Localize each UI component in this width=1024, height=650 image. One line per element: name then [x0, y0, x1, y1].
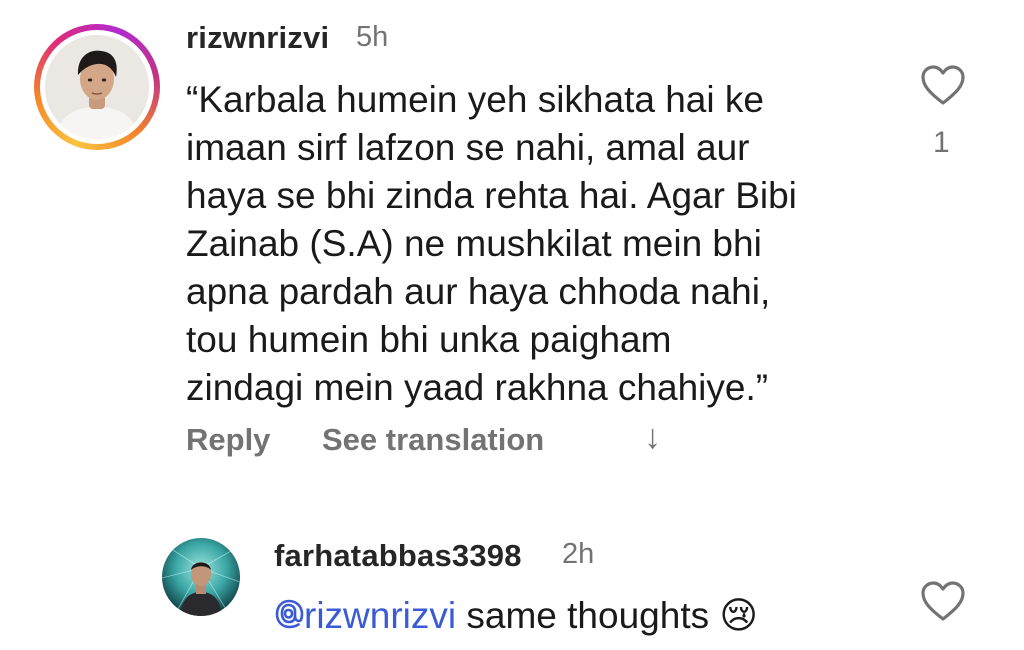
comment-text: rizwnrizvi same thoughts 😢 [274, 592, 758, 640]
avatar [45, 35, 149, 139]
comment-username[interactable]: rizwnrizvi [186, 20, 329, 56]
threads-at-icon [275, 599, 304, 629]
comment-username[interactable]: farhatabbas3398 [274, 538, 522, 574]
crying-face-emoji: 😢 [719, 595, 758, 636]
avatar-person-icon [162, 538, 240, 616]
heart-icon[interactable] [920, 64, 966, 106]
like-count: 1 [933, 126, 950, 159]
mention-username[interactable]: rizwnrizvi [304, 595, 456, 636]
avatar-story-ring[interactable] [34, 24, 160, 150]
comment-text-line: “Karbala humein yeh sikhata hai ke [186, 79, 764, 120]
comment-text-line: zindagi mein yaad rakhna chahiye.” [186, 367, 769, 408]
comment-timestamp: 2h [562, 538, 595, 570]
heart-icon[interactable] [920, 580, 966, 622]
mention-link[interactable]: rizwnrizvi [274, 595, 456, 636]
comment-text-line: haya se bhi zinda rehta hai. Agar Bibi [186, 175, 797, 216]
comment-timestamp: 5h [356, 21, 389, 53]
avatar-person-icon [45, 35, 149, 139]
reply-text: same thoughts [456, 595, 720, 636]
comment-text-line: tou humein bhi unka paigham [186, 319, 672, 360]
comment-text-line: Zainab (S.A) ne mushkilat mein bhi [186, 223, 762, 264]
comment-text-line: imaan sirf lafzon se nahi, amal aur [186, 127, 750, 168]
comment-text: “Karbala humein yeh sikhata hai ke imaan… [186, 76, 797, 412]
reply-button[interactable]: Reply [186, 422, 270, 458]
see-translation-button[interactable]: See translation [322, 422, 544, 458]
comment-text-line: apna pardah aur haya chhoda nahi, [186, 271, 771, 312]
arrow-down-icon[interactable]: ↓ [644, 418, 661, 457]
avatar[interactable] [162, 538, 240, 616]
